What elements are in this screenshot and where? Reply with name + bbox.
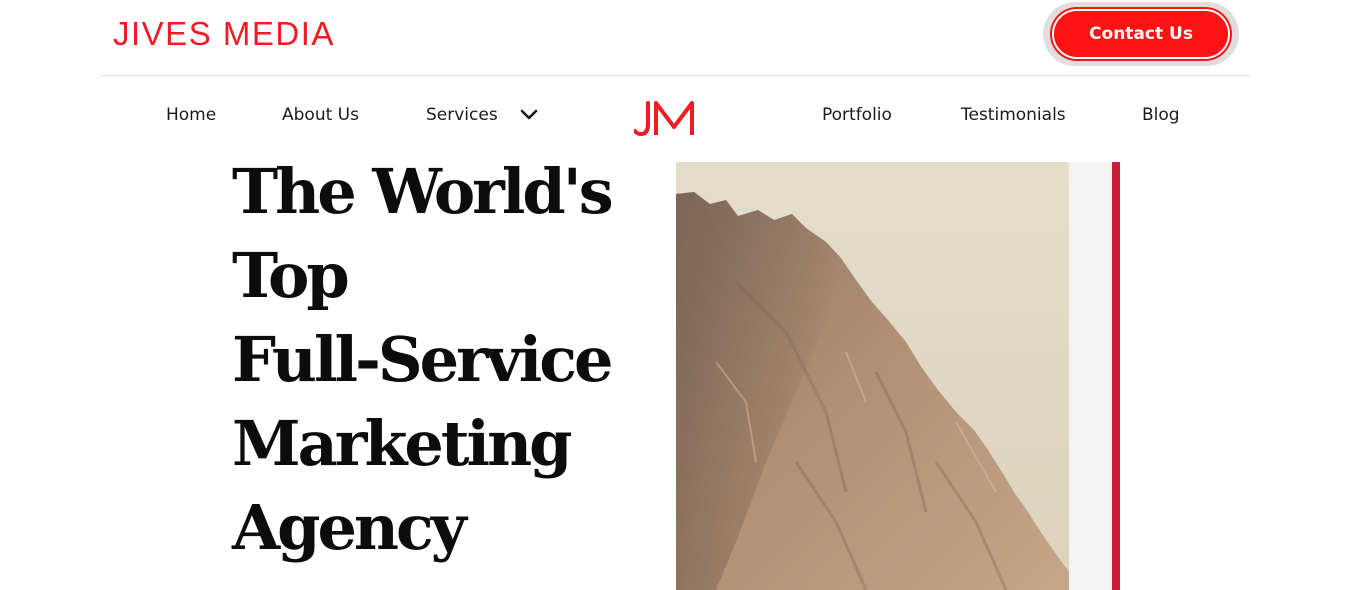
mountain-cliff-image <box>676 162 1069 590</box>
hero-accent-bar <box>1112 162 1120 590</box>
hero-headline-line-1: The World's <box>232 155 614 228</box>
header-divider <box>100 75 1251 76</box>
nav-item-blog[interactable]: Blog <box>1142 102 1180 128</box>
contact-us-button[interactable]: Contact Us <box>1052 9 1230 59</box>
hero-headline-line-3: Full-Service <box>232 323 614 396</box>
hero-headline-line-4: Marketing <box>232 407 573 480</box>
chevron-down-icon[interactable] <box>519 108 539 122</box>
hero-headline-line-5: Agency <box>232 491 467 564</box>
nav-item-portfolio[interactable]: Portfolio <box>822 102 892 128</box>
hero-headline-line-2: Top <box>232 239 350 312</box>
hero-headline: The World's Top Full-Service Marketing A… <box>232 150 652 570</box>
nav-item-testimonials[interactable]: Testimonials <box>961 102 1066 128</box>
nav-item-about-us[interactable]: About Us <box>282 102 359 128</box>
jm-logo-icon[interactable] <box>634 97 698 141</box>
nav-item-services[interactable]: Services <box>426 102 498 128</box>
nav-item-home[interactable]: Home <box>166 102 216 128</box>
brand-logo-text[interactable]: JIVES MEDIA <box>113 14 335 54</box>
hero-image-backdrop <box>1069 162 1113 590</box>
